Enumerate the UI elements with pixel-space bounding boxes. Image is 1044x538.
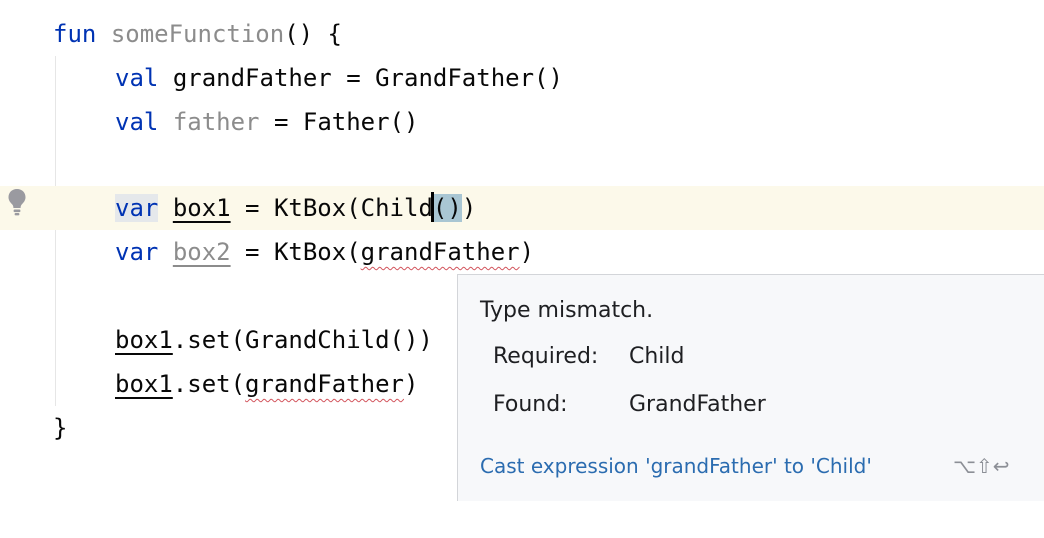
action-shortcut: ⌥⇧↩ [953,454,1010,478]
found-row: Found: GrandFather [493,389,766,421]
variable-box1[interactable]: box1 [115,326,173,354]
code-line-2[interactable]: val grandFather = GrandFather() [0,56,1044,100]
function-name[interactable]: someFunction [111,20,284,48]
code-line-1[interactable]: fun someFunction() { [0,12,1044,56]
matched-parens: () [432,194,462,222]
required-label: Required: [493,344,599,369]
code-text: = KtBox(Child [230,194,433,222]
code-text: ) [519,238,535,266]
error-tooltip-popup: Type mismatch. Required: Child Found: Gran… [457,274,1044,501]
keyword-fun: fun [53,20,97,48]
variable-box1[interactable]: box1 [115,370,173,398]
keyword-val: val [115,108,159,136]
error-title: Type mismatch. [480,298,654,323]
unused-variable-father[interactable]: father [173,108,260,136]
keyword-val: val [115,64,159,92]
found-label: Found: [493,392,568,417]
code-line-3[interactable]: val father = Father() [0,100,1044,144]
cast-expression-action-link[interactable]: Cast expression 'grandFather' to 'Child' [480,451,872,481]
variable-box1[interactable]: box1 [173,194,231,222]
variable-box2[interactable]: box2 [173,238,231,266]
required-row: Required: Child [493,341,685,373]
code-text: = KtBox( [230,238,361,266]
found-value: GrandFather [629,392,766,417]
code-line-6[interactable]: var box2 = KtBox(grandFather) [0,230,1044,274]
keyword-var-highlighted: var [115,194,159,222]
code-text: ) [461,194,477,222]
error-argument[interactable]: grandFather [245,370,404,398]
closing-brace: } [53,414,68,442]
code-text: = Father() [259,108,419,136]
code-text: .set(GrandChild()) [172,326,433,354]
code-text: .set( [172,370,246,398]
text-caret [431,192,435,222]
required-value: Child [629,344,685,369]
code-line-5-current[interactable]: var box1 = KtBox(Child()) [0,186,1044,230]
code-text: () { [284,20,342,48]
code-text: ) [404,370,419,398]
code-text: grandFather = GrandFather() [172,64,563,92]
error-argument[interactable]: grandFather [361,238,520,266]
keyword-var: var [115,238,159,266]
lightbulb-icon[interactable] [5,186,29,218]
